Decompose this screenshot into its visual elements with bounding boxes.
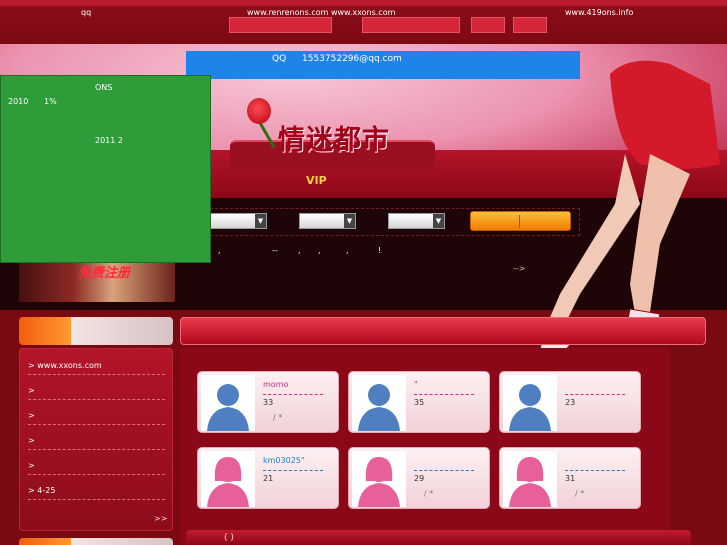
divider [263, 470, 323, 471]
profile-card[interactable]: 31 / * [499, 447, 641, 509]
rose-icon [247, 98, 271, 124]
sidebar-item[interactable]: > [28, 386, 165, 400]
profile-card[interactable]: " 35 [348, 371, 490, 433]
divider [414, 470, 474, 471]
divider [414, 394, 474, 395]
site-logo[interactable]: 情迷都市 [278, 118, 390, 157]
profile-age: 21 [263, 474, 274, 483]
person-icon [358, 457, 400, 507]
qq-link[interactable]: qq [81, 8, 91, 17]
sidebar-item[interactable]: > [28, 436, 165, 450]
divider [565, 394, 625, 395]
popup-date: 2011 2 [95, 136, 123, 145]
sidebar-item[interactable]: > [28, 461, 165, 475]
popup-percent: 1% [44, 97, 57, 106]
register-banner-text: 免费注册 [78, 266, 131, 281]
button-divider [519, 215, 520, 228]
bottom-section-label: ( ) [224, 533, 234, 543]
age-select[interactable]: ▼ [299, 213, 356, 229]
search-button[interactable] [470, 211, 571, 231]
profile-name[interactable]: momo [263, 380, 288, 389]
profile-age: 35 [414, 398, 425, 407]
male-avatar[interactable] [201, 375, 255, 431]
chevron-down-icon: ▼ [255, 214, 266, 228]
profile-extra: / * [424, 489, 434, 498]
person-icon [207, 384, 249, 431]
person-icon [509, 457, 551, 507]
sidebar-more-link[interactable]: >> [154, 514, 167, 523]
profile-name[interactable]: km03025" [263, 456, 305, 465]
qq-label: QQ [272, 54, 287, 64]
notice-text: , [218, 246, 221, 255]
notice-line: , -- , , , ! [218, 246, 598, 258]
notice-text: , [298, 246, 301, 255]
site-links[interactable]: www.renrenons.com www.xxons.com [247, 8, 395, 17]
person-icon [509, 384, 551, 431]
profile-card[interactable]: 29 / * [348, 447, 490, 509]
site-link-419ons[interactable]: www.419ons.info [565, 8, 633, 17]
sidebar-header-2 [19, 538, 173, 545]
vip-label[interactable]: VIP [306, 174, 327, 187]
region-select[interactable]: ▼ [388, 213, 445, 229]
notice-text: , [346, 246, 349, 255]
notice-popup: ONS 2010 1% 2011 2 [0, 75, 211, 263]
login-username-box[interactable] [229, 17, 332, 33]
top-bar: qq www.renrenons.com www.xxons.com www.4… [0, 0, 727, 44]
notice-text: -- [272, 246, 278, 255]
female-avatar[interactable] [352, 451, 406, 507]
qq-email[interactable]: 1553752296@qq.com [302, 54, 402, 64]
profile-age: 31 [565, 474, 576, 483]
profile-name[interactable]: " [414, 380, 418, 389]
profile-age: 33 [263, 398, 274, 407]
profile-card[interactable]: km03025" 21 [197, 447, 339, 509]
divider [263, 394, 323, 395]
popup-year: 2010 [8, 97, 29, 106]
female-avatar[interactable] [201, 451, 255, 507]
male-avatar[interactable] [352, 375, 406, 431]
register-button[interactable] [513, 17, 547, 33]
notice-more-link[interactable]: --> [513, 264, 525, 273]
chevron-down-icon: ▼ [344, 214, 355, 228]
person-icon [207, 457, 249, 507]
sidebar-item[interactable]: > 4-25 [28, 486, 165, 500]
person-icon [358, 384, 400, 431]
chevron-down-icon: ▼ [433, 214, 444, 228]
main-section-header [180, 317, 706, 345]
notice-text: ! [378, 246, 382, 255]
profile-card[interactable]: momo 33 / * [197, 371, 339, 433]
sidebar-item[interactable]: > [28, 411, 165, 425]
gender-select[interactable]: ▼ [210, 213, 267, 229]
male-avatar[interactable] [503, 375, 557, 431]
bottom-section-header: ( ) [186, 530, 691, 545]
contact-bar: QQ 1553752296@qq.com [186, 51, 580, 79]
sidebar-header [19, 317, 173, 345]
profile-extra: / * [273, 413, 283, 422]
profile-extra: / * [575, 489, 585, 498]
sidebar-item[interactable]: > www.xxons.com [28, 361, 165, 375]
login-button[interactable] [471, 17, 505, 33]
notice-text: , [318, 246, 321, 255]
login-password-box[interactable] [362, 17, 460, 33]
sidebar-list: > www.xxons.com > > > > > 4-25 [19, 348, 173, 531]
female-avatar[interactable] [503, 451, 557, 507]
popup-title: ONS [95, 83, 113, 92]
profile-age: 29 [414, 474, 425, 483]
profile-card[interactable]: 23 [499, 371, 641, 433]
profile-age: 23 [565, 398, 576, 407]
divider [565, 470, 625, 471]
